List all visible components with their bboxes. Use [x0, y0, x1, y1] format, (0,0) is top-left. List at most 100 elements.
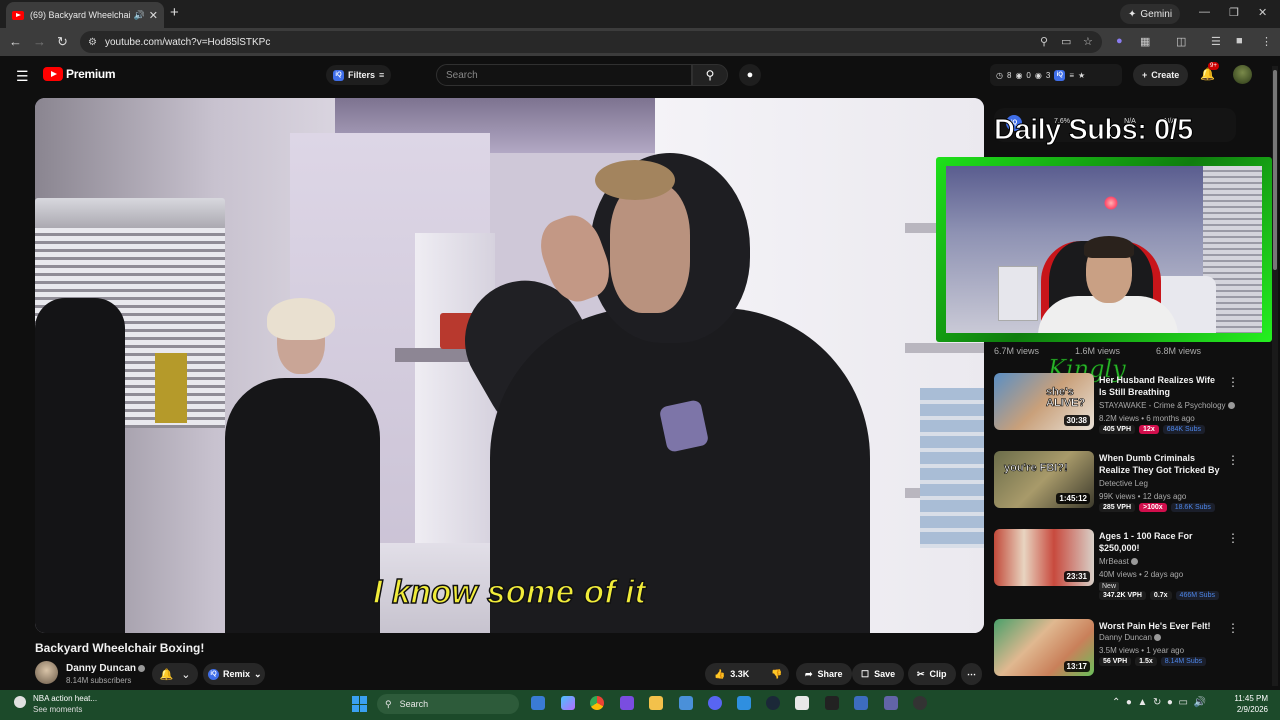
- windows-taskbar: [0, 690, 1280, 720]
- forward-icon[interactable]: →: [33, 34, 46, 49]
- recommended-video[interactable]: you're FBI?! 1:45:12 When Dumb Criminals…: [994, 451, 1264, 512]
- more-options-icon[interactable]: ⋮: [1227, 375, 1239, 389]
- bookmark-star-icon[interactable]: ☆: [1083, 35, 1093, 48]
- close-window-icon[interactable]: ✕: [1258, 6, 1267, 19]
- channel-name[interactable]: Detective Leg: [1099, 479, 1148, 488]
- news-widget-icon[interactable]: [14, 696, 26, 708]
- scene-yellow-post: [155, 353, 187, 423]
- recommended-video[interactable]: 23:31 Ages 1 - 100 Race For $250,000! Mr…: [994, 529, 1264, 600]
- channel-name-text: Danny Duncan: [1099, 633, 1152, 642]
- site-info-icon[interactable]: ⚙: [88, 37, 97, 48]
- youtube-logo[interactable]: Premium: [43, 67, 116, 81]
- start-menu-icon[interactable]: [352, 696, 368, 712]
- remix-button[interactable]: iQ Remix ⌄: [203, 663, 265, 685]
- chrome-menu-icon[interactable]: ⋮: [1261, 35, 1272, 48]
- more-options-icon[interactable]: ⋮: [1227, 531, 1239, 545]
- app-icon[interactable]: [913, 696, 927, 710]
- channel-name[interactable]: Danny Duncan: [1099, 633, 1161, 642]
- stat-2: 0: [1026, 70, 1031, 80]
- clip-button[interactable]: ✂ Clip: [908, 663, 956, 685]
- zoom-icon[interactable]: ⚲: [1040, 35, 1048, 48]
- channel-name[interactable]: STAYAWAKE - Crime & Psychology: [1099, 401, 1235, 410]
- restore-icon[interactable]: ❐: [1229, 6, 1239, 19]
- clock-time: 11:45 PM: [1234, 694, 1268, 703]
- close-tab-icon[interactable]: ✕: [149, 9, 158, 22]
- extension-icon[interactable]: ●: [1116, 35, 1123, 47]
- filters-button[interactable]: iQ Filters ≡: [326, 65, 392, 85]
- video-title[interactable]: When Dumb Criminals Realize They Got Tri…: [1099, 452, 1223, 476]
- stat-3: 3: [1045, 70, 1051, 80]
- app-icon[interactable]: [795, 696, 809, 710]
- more-options-icon[interactable]: ⋮: [1227, 453, 1239, 467]
- app-icon[interactable]: [531, 696, 545, 710]
- stats-badges: 347.2K VPH 0.7x 466M Subs: [1099, 591, 1219, 600]
- new-tab-button[interactable]: +: [170, 4, 179, 21]
- voice-search-button[interactable]: ●: [739, 64, 761, 86]
- save-label: Save: [874, 669, 896, 679]
- search-button[interactable]: ⚲: [692, 64, 728, 86]
- video-title[interactable]: Worst Pain He's Ever Felt!: [1099, 620, 1223, 632]
- news-headline[interactable]: NBA action heat...: [33, 694, 97, 703]
- save-button[interactable]: ☐ Save: [852, 663, 905, 685]
- subscription-bell-button[interactable]: 🔔 ⌄: [152, 663, 198, 685]
- dislike-button[interactable]: 👎: [771, 669, 782, 680]
- partial-views: 1.6M views: [1075, 346, 1121, 356]
- system-tray[interactable]: ⌃ ● ▲ ↻ ● ▭ 🔊: [1112, 697, 1206, 708]
- daily-subs-counter: Daily Subs: 0/5: [994, 114, 1194, 147]
- address-bar[interactable]: ⚙ youtube.com/watch?v=Hod85lSTKPc: [80, 31, 1102, 53]
- profile-icon[interactable]: ■: [1236, 35, 1243, 47]
- recommended-video[interactable]: she's ALIVE? 30:38 Her Husband Realizes …: [994, 373, 1264, 434]
- like-button[interactable]: 👍: [714, 669, 725, 680]
- vph-badge: 347.2K VPH: [1099, 591, 1146, 600]
- steam-icon[interactable]: [766, 696, 780, 710]
- app-icon[interactable]: [561, 696, 575, 710]
- create-button[interactable]: + Create: [1133, 64, 1189, 86]
- video-title[interactable]: Her Husband Realizes Wife Is Still Breat…: [1099, 374, 1223, 398]
- channel-name[interactable]: MrBeast: [1099, 557, 1138, 566]
- video-thumbnail[interactable]: you're FBI?! 1:45:12: [994, 451, 1094, 508]
- account-avatar[interactable]: [1233, 65, 1252, 84]
- browser-tab[interactable]: (69) Backyard Wheelchair B... 🔊 ✕: [6, 2, 164, 28]
- more-options-icon[interactable]: ⋮: [1227, 621, 1239, 635]
- multiplier-badge: 1.5x: [1135, 657, 1157, 666]
- more-actions-button[interactable]: ⋯: [961, 663, 982, 685]
- teams-icon[interactable]: [884, 696, 898, 710]
- taskbar-clock[interactable]: 11:45 PM 2/9/2026: [1232, 693, 1268, 715]
- duration-badge: 1:45:12: [1056, 493, 1090, 504]
- channel-name-link[interactable]: Danny Duncan: [66, 663, 146, 674]
- app-icon[interactable]: [679, 696, 693, 710]
- chrome-taskbar-icon[interactable]: [590, 696, 604, 710]
- reload-icon[interactable]: ↻: [57, 34, 68, 50]
- app-icon[interactable]: [825, 696, 839, 710]
- app-icon[interactable]: [620, 696, 634, 710]
- vph-badge: 405 VPH: [1099, 425, 1136, 434]
- extension-stats-bar[interactable]: ◷ 8 ◉ 0 ◉ 3 iQ ≡ ★: [990, 64, 1122, 86]
- extensions-puzzle-icon[interactable]: ▦: [1140, 35, 1150, 48]
- hamburger-menu-icon[interactable]: ☰: [16, 68, 29, 85]
- split-view-icon[interactable]: ◫: [1176, 35, 1186, 48]
- recommended-video[interactable]: 13:17 Worst Pain He's Ever Felt! Danny D…: [994, 619, 1264, 679]
- channel-name-text: MrBeast: [1099, 557, 1129, 566]
- gemini-button[interactable]: ✦ Gemini: [1120, 4, 1181, 24]
- install-icon[interactable]: ▭: [1061, 35, 1071, 48]
- video-thumbnail[interactable]: 23:31: [994, 529, 1094, 586]
- back-icon[interactable]: ←: [9, 34, 22, 49]
- video-title[interactable]: Ages 1 - 100 Race For $250,000!: [1099, 530, 1223, 554]
- video-player[interactable]: I know some of it: [35, 98, 984, 633]
- channel-avatar[interactable]: [35, 661, 58, 684]
- search-input[interactable]: Search: [436, 64, 692, 86]
- minimize-icon[interactable]: —: [1199, 6, 1210, 18]
- app-icon[interactable]: [737, 696, 751, 710]
- scrollbar-thumb[interactable]: [1273, 70, 1277, 270]
- app-icon[interactable]: [854, 696, 868, 710]
- video-thumbnail[interactable]: 13:17: [994, 619, 1094, 676]
- speaker-icon[interactable]: 🔊: [134, 10, 145, 21]
- taskbar-search[interactable]: ⚲ Search: [377, 694, 519, 714]
- share-button[interactable]: ➦ Share: [796, 663, 852, 685]
- folder-icon[interactable]: [649, 696, 663, 710]
- scene-towels: [920, 388, 984, 548]
- thumbnail-text: you're FBI?!: [1004, 462, 1068, 474]
- video-thumbnail[interactable]: she's ALIVE? 30:38: [994, 373, 1094, 430]
- discord-icon[interactable]: [708, 696, 722, 710]
- media-icon[interactable]: ☰: [1211, 35, 1221, 48]
